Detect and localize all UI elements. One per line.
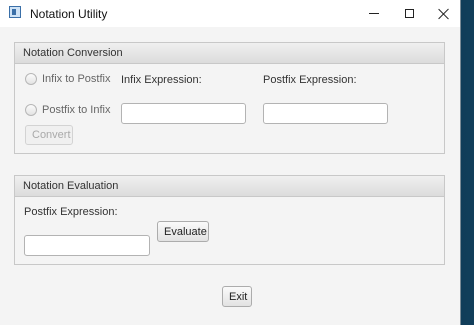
window-title: Notation Utility	[30, 7, 108, 21]
infix-expression-label: Infix Expression:	[121, 74, 202, 86]
evaluate-button[interactable]: Evaluate	[157, 221, 209, 242]
minimize-button[interactable]	[356, 0, 392, 27]
title-bar[interactable]: Notation Utility	[0, 0, 460, 27]
radio-button-icon[interactable]	[25, 73, 37, 85]
radio-postfix-to-infix[interactable]: Postfix to Infix	[25, 104, 110, 116]
postfix-expression-input[interactable]	[263, 103, 388, 124]
radio-button-icon[interactable]	[25, 104, 37, 116]
close-icon	[438, 8, 450, 20]
app-icon	[9, 6, 21, 18]
notation-evaluation-panel: Notation Evaluation Postfix Expression: …	[14, 175, 445, 265]
exit-button[interactable]: Exit	[222, 286, 252, 307]
evaluation-postfix-input[interactable]	[24, 235, 150, 256]
notation-evaluation-header: Notation Evaluation	[15, 176, 444, 197]
radio-infix-to-postfix[interactable]: Infix to Postfix	[25, 73, 110, 85]
postfix-expression-label: Postfix Expression:	[263, 74, 357, 86]
notation-conversion-header: Notation Conversion	[15, 43, 444, 64]
evaluation-postfix-label: Postfix Expression:	[24, 206, 118, 218]
close-button[interactable]	[426, 0, 462, 27]
radio-infix-to-postfix-label: Infix to Postfix	[42, 73, 111, 85]
radio-postfix-to-infix-label: Postfix to Infix	[42, 104, 111, 116]
maximize-icon	[404, 9, 414, 18]
app-window: Notation Utility Notation Conversion Inf…	[0, 0, 460, 325]
minimize-icon	[369, 13, 379, 14]
infix-expression-input[interactable]	[121, 103, 246, 124]
convert-button[interactable]: Convert	[25, 125, 73, 145]
notation-conversion-panel: Notation Conversion Infix to Postfix Pos…	[14, 42, 445, 154]
maximize-button[interactable]	[391, 0, 427, 27]
